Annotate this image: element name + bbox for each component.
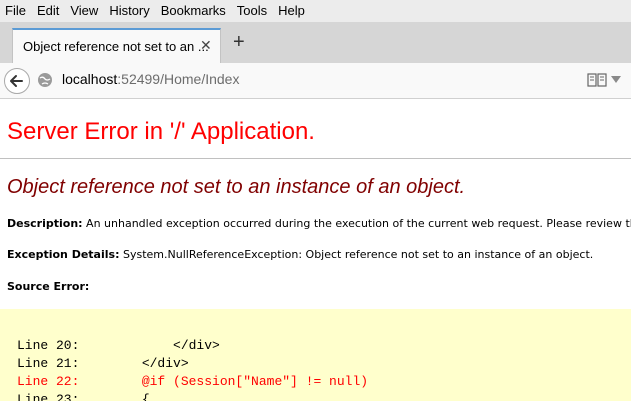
exception-details-line: Exception Details: System.NullReferenceE… — [7, 248, 593, 261]
url-field[interactable]: localhost:52499/Home/Index — [62, 71, 239, 87]
reader-view-icon[interactable] — [587, 73, 607, 87]
code-line-21: Line 21: </div> — [17, 356, 189, 371]
exception-label: Exception Details: — [7, 248, 120, 261]
back-button[interactable] — [4, 68, 30, 94]
menu-edit[interactable]: Edit — [32, 0, 65, 22]
tab-strip: Object reference not set to an ... ✕ + — [0, 22, 631, 63]
menu-bookmarks[interactable]: Bookmarks — [156, 0, 232, 22]
divider — [0, 158, 631, 159]
code-line-22-error: Line 22: @if (Session["Name"] != null) — [17, 374, 369, 389]
page-content: Server Error in '/' Application. Object … — [0, 99, 631, 401]
url-host: localhost — [62, 71, 118, 87]
source-error-label: Source Error: — [7, 280, 90, 293]
tab-title: Object reference not set to an ... — [23, 39, 209, 54]
navigation-bar: localhost:52499/Home/Index — [0, 63, 631, 99]
code-line-20: Line 20: </div> — [17, 338, 220, 353]
page-title: Server Error in '/' Application. — [7, 118, 315, 145]
chevron-down-icon[interactable] — [611, 76, 621, 83]
menu-tools[interactable]: Tools — [232, 0, 273, 22]
back-arrow-icon — [10, 75, 23, 87]
browser-tab[interactable]: Object reference not set to an ... ✕ — [12, 28, 221, 63]
source-code-box: Line 20: </div> Line 21: </div> Line 22:… — [0, 309, 631, 401]
menu-view[interactable]: View — [65, 0, 104, 22]
globe-icon — [38, 73, 52, 87]
exception-text: System.NullReferenceException: Object re… — [122, 248, 594, 261]
menu-bar: File Edit View History Bookmarks Tools H… — [0, 0, 631, 22]
menu-file[interactable]: File — [0, 0, 32, 22]
code-line-23: Line 23: { — [17, 392, 150, 401]
description-line: Description: An unhandled exception occu… — [7, 217, 631, 230]
menu-history[interactable]: History — [104, 0, 155, 22]
menu-help[interactable]: Help — [273, 0, 311, 22]
error-heading: Object reference not set to an instance … — [7, 176, 466, 198]
new-tab-button[interactable]: + — [233, 32, 245, 52]
description-label: Description: — [7, 217, 83, 230]
close-icon[interactable]: ✕ — [200, 37, 212, 54]
description-text: An unhandled exception occurred during t… — [86, 217, 631, 230]
url-path: :52499/Home/Index — [117, 71, 240, 87]
